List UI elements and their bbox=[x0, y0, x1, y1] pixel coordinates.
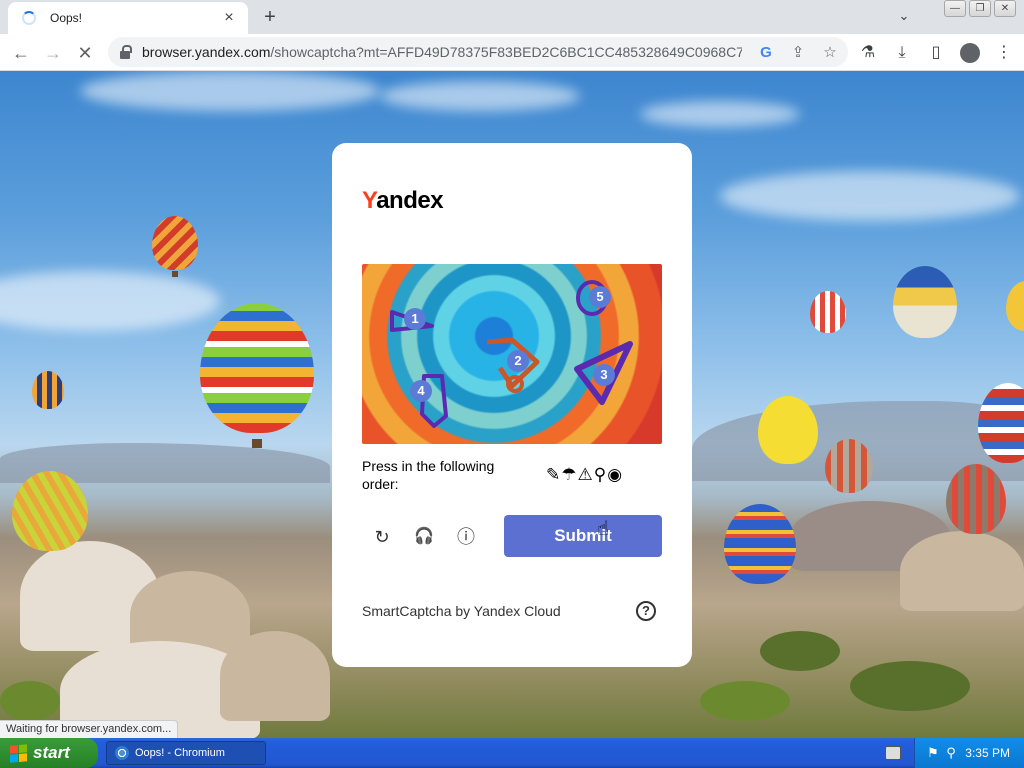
lock-icon[interactable] bbox=[120, 45, 132, 59]
bookmark-star-icon[interactable]: ☆ bbox=[820, 43, 840, 61]
close-window-button[interactable]: ✕ bbox=[994, 0, 1016, 17]
taskbar: start Oops! - Chromium ⚑ ⚲ 3:35 PM bbox=[0, 738, 1024, 768]
refresh-icon[interactable]: ↻ bbox=[370, 525, 394, 549]
menu-kebab-icon[interactable]: ⋮ bbox=[992, 42, 1016, 64]
download-icon[interactable]: ⤓ bbox=[890, 42, 914, 64]
chromium-icon bbox=[115, 746, 129, 760]
taskbar-item-chromium[interactable]: Oops! - Chromium bbox=[106, 741, 266, 765]
toolbar-actions: ⚗ ⤓ ▯ ⋮ bbox=[856, 42, 1016, 64]
clock: 3:35 PM bbox=[965, 746, 1010, 760]
order-icon-sequence: ✎ ☂ ⚠ ⚲ ◉ bbox=[546, 465, 622, 485]
address-bar[interactable]: browser.yandex.com/showcaptcha?mt=AFFD49… bbox=[108, 37, 848, 67]
captcha-mark-4[interactable]: 4 bbox=[410, 380, 432, 402]
captcha-card: Yandex 1 2 3 4 5 Press in the following … bbox=[332, 143, 692, 667]
hand-cursor-icon: ☝ bbox=[597, 518, 610, 540]
share-icon[interactable]: ⇪ bbox=[788, 43, 808, 61]
profile-avatar-icon[interactable] bbox=[958, 42, 982, 64]
help-icon[interactable]: ? bbox=[636, 601, 656, 621]
system-tray: ⚑ ⚲ 3:35 PM bbox=[914, 738, 1024, 768]
forward-button[interactable]: → bbox=[42, 42, 64, 64]
submit-button[interactable]: Submit bbox=[504, 515, 662, 557]
new-tab-button[interactable]: + bbox=[258, 5, 282, 29]
keyboard-icon[interactable] bbox=[885, 746, 901, 760]
google-icon[interactable]: G bbox=[756, 44, 776, 61]
status-bar: Waiting for browser.yandex.com... bbox=[0, 720, 179, 738]
search-icon[interactable]: ⚲ bbox=[943, 745, 959, 761]
eye-icon: ◉ bbox=[607, 465, 623, 484]
windows-logo-icon bbox=[10, 743, 27, 763]
captcha-mark-3[interactable]: 3 bbox=[593, 364, 615, 386]
restore-button[interactable]: ❐ bbox=[969, 0, 991, 17]
browser-toolbar: ← → ✕ browser.yandex.com/showcaptcha?mt=… bbox=[0, 34, 1024, 71]
yandex-logo: Yandex bbox=[362, 187, 444, 214]
taskbar-item-label: Oops! - Chromium bbox=[135, 747, 225, 759]
url-text[interactable]: browser.yandex.com/showcaptcha?mt=AFFD49… bbox=[142, 44, 742, 60]
smartcaptcha-brand[interactable]: SmartCaptcha by Yandex Cloud bbox=[362, 603, 561, 619]
captcha-mark-2[interactable]: 2 bbox=[507, 350, 529, 372]
captcha-mark-1[interactable]: 1 bbox=[404, 308, 426, 330]
tab-title: Oops! bbox=[50, 11, 83, 25]
window-controls: — ❐ ✕ bbox=[944, 0, 1016, 17]
info-icon[interactable]: ⓘ bbox=[454, 525, 478, 549]
captcha-image[interactable]: 1 2 3 4 5 bbox=[362, 264, 662, 444]
tab-oops[interactable]: Oops! × bbox=[8, 2, 248, 34]
tab-search-chevron-icon[interactable]: ⌄ bbox=[894, 8, 914, 28]
omnibox-icons: G ⇪ ☆ bbox=[756, 37, 840, 67]
loading-spinner-icon bbox=[22, 11, 36, 25]
start-label: start bbox=[33, 743, 70, 762]
extensions-icon[interactable]: ⚗ bbox=[856, 42, 880, 64]
network-icon[interactable]: ⚑ bbox=[925, 745, 941, 761]
captcha-instruction: Press in the following order: bbox=[362, 458, 495, 492]
side-panel-icon[interactable]: ▯ bbox=[924, 42, 948, 64]
captcha-mark-5[interactable]: 5 bbox=[589, 286, 611, 308]
tab-close-icon[interactable]: × bbox=[220, 9, 238, 27]
stop-loading-button[interactable]: ✕ bbox=[74, 42, 96, 64]
warning-triangle-icon: ⚠ bbox=[577, 465, 593, 484]
start-button[interactable]: start bbox=[0, 738, 98, 768]
screen: Oops! × + ⌄ — ❐ ✕ ← → ✕ browser.yandex.c… bbox=[0, 0, 1024, 768]
pencil-icon: ✎ bbox=[546, 465, 561, 484]
tool-icon: ☂ bbox=[561, 465, 577, 484]
minimize-button[interactable]: — bbox=[944, 0, 966, 17]
back-button[interactable]: ← bbox=[10, 42, 32, 64]
pin-icon: ⚲ bbox=[593, 465, 607, 484]
tab-strip: Oops! × + ⌄ — ❐ ✕ bbox=[0, 0, 1024, 34]
audio-headphones-icon[interactable]: 🎧 bbox=[412, 525, 436, 549]
